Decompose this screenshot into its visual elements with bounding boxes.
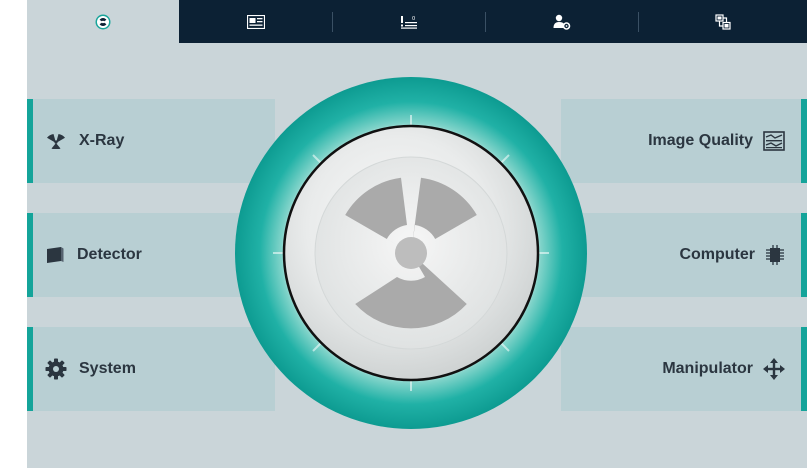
chip-icon [766, 245, 784, 265]
image-quality-icon [763, 131, 785, 151]
menu-label-detector: Detector [77, 246, 142, 263]
move-arrows-icon [763, 358, 785, 380]
svg-text:0: 0 [412, 16, 415, 22]
menu-label-computer: Computer [679, 246, 755, 263]
tab-calibration[interactable]: 0 [332, 0, 485, 43]
menu-item-manipulator[interactable]: Manipulator [561, 327, 807, 411]
user-settings-icon [553, 14, 570, 30]
tab-network[interactable] [638, 0, 807, 43]
radiation-icon [47, 134, 65, 149]
tab-user-settings[interactable] [485, 0, 638, 43]
radiation-icon [95, 14, 111, 29]
radiation-dial-button[interactable] [233, 75, 589, 431]
menu-label-xray: X-Ray [79, 132, 125, 149]
gear-icon [45, 358, 67, 380]
menu-item-computer[interactable]: Computer [561, 213, 807, 297]
calibration-icon: 0 [400, 15, 417, 29]
top-tab-bar: 0 [27, 0, 807, 43]
app-frame: 0 X-Ray Detector System Image Quality Co… [27, 0, 807, 468]
image-gallery-icon [246, 14, 265, 29]
tab-images[interactable] [179, 0, 332, 43]
tab-radiation[interactable] [27, 0, 179, 43]
menu-label-manipulator: Manipulator [662, 360, 753, 377]
menu-label-image-quality: Image Quality [648, 132, 753, 149]
detector-icon [47, 247, 64, 263]
menu-item-image-quality[interactable]: Image Quality [561, 99, 807, 183]
network-icon [714, 13, 731, 30]
menu-label-system: System [79, 360, 136, 377]
